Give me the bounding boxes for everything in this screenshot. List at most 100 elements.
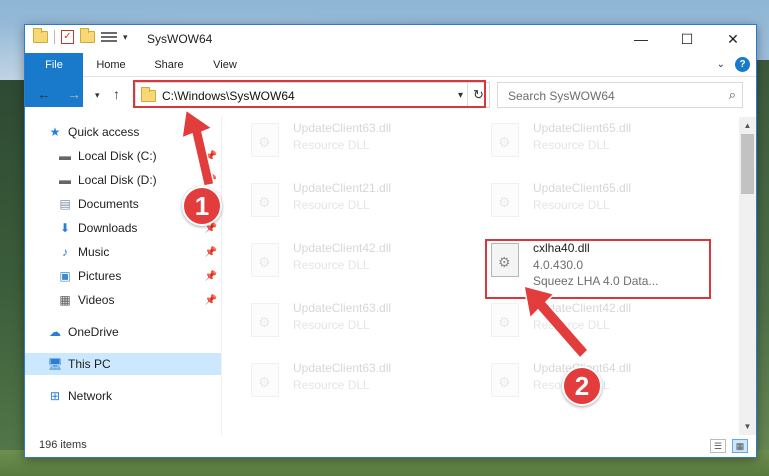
dll-file-icon <box>251 183 279 217</box>
sidebar-item-label: Videos <box>78 293 115 307</box>
file-name: UpdateClient65.dll <box>533 121 632 135</box>
dll-file-icon <box>491 123 519 157</box>
window-controls: — ☐ ✕ <box>618 25 756 53</box>
ribbon-tabs: File Home Share View ⌄ ? <box>25 53 756 107</box>
sidebar-item-label: Music <box>78 245 110 259</box>
cloud-icon: ☁ <box>49 325 61 339</box>
new-folder-icon[interactable] <box>80 28 95 43</box>
recent-locations-icon[interactable]: ▾ <box>95 90 100 101</box>
toolbar-dropdown-icon[interactable]: ▾ <box>123 32 128 43</box>
pin-icon: 📌 <box>204 270 217 282</box>
scroll-up-icon[interactable]: ▲ <box>739 117 756 134</box>
sidebar-item-label: This PC <box>68 357 111 371</box>
file-description: Resource DLL <box>293 138 370 152</box>
file-name: UpdateClient63.dll <box>293 361 392 375</box>
file-description: Resource DLL <box>293 378 370 392</box>
computer-icon: 🖥 <box>47 357 63 371</box>
tab-view[interactable]: View <box>199 53 251 77</box>
music-icon: ♪ <box>62 245 68 259</box>
file-item[interactable]: UpdateClient42.dll Resource DLL <box>243 237 473 291</box>
file-name: UpdateClient63.dll <box>293 121 392 135</box>
properties-check-icon[interactable]: ✓ <box>61 30 74 44</box>
pictures-icon: ▣ <box>59 269 71 283</box>
up-arrow-icon[interactable]: ↑ <box>113 86 120 102</box>
network-icon: ⊞ <box>49 389 61 403</box>
item-count: 196 items <box>39 439 87 451</box>
dll-file-icon <box>251 363 279 397</box>
search-input[interactable]: Search SysWOW64 ⌕ <box>497 82 743 108</box>
sidebar-item-label: Downloads <box>78 221 138 235</box>
file-description: Resource DLL <box>293 198 370 212</box>
callout-1: 1 <box>182 186 222 226</box>
customize-icon[interactable] <box>101 31 117 43</box>
callout-2: 2 <box>562 366 602 406</box>
file-item[interactable]: UpdateClient65.dll Resource DLL <box>483 117 713 171</box>
help-icon[interactable]: ? <box>735 57 750 72</box>
file-item[interactable]: UpdateClient63.dll Resource DLL <box>243 117 473 171</box>
toolbar-divider <box>54 30 55 44</box>
drive-icon: ▬ <box>59 173 71 187</box>
trees-right <box>755 60 769 476</box>
sidebar-item-label: Local Disk (D:) <box>78 173 157 187</box>
scroll-down-icon[interactable]: ▼ <box>739 418 756 435</box>
sidebar-item-pictures[interactable]: ▣ Pictures 📌 <box>57 265 221 287</box>
file-item[interactable]: UpdateClient65.dll Resource DLL <box>483 177 713 231</box>
tab-share[interactable]: Share <box>141 53 197 77</box>
quick-access-toolbar: ✓ ▾ <box>33 28 128 44</box>
explorer-window: ✓ ▾ SysWOW64 — ☐ ✕ File Home Share View … <box>24 24 757 458</box>
file-item[interactable]: UpdateClient63.dll Resource DLL <box>243 357 473 411</box>
tiles-view-icon[interactable]: ▦ <box>732 439 748 453</box>
sidebar-item-videos[interactable]: ▦ Videos 📌 <box>57 289 221 311</box>
file-description: Resource DLL <box>533 198 610 212</box>
title-bar[interactable]: ✓ ▾ SysWOW64 — ☐ ✕ <box>25 25 756 53</box>
file-name: UpdateClient42.dll <box>293 241 392 255</box>
downloads-icon: ⬇ <box>59 221 71 235</box>
file-item[interactable]: UpdateClient21.dll Resource DLL <box>243 177 473 231</box>
sidebar-item-label: Quick access <box>68 125 140 139</box>
sidebar-item-label: Local Disk (C:) <box>78 149 157 163</box>
file-name: UpdateClient21.dll <box>293 181 392 195</box>
close-button[interactable]: ✕ <box>710 25 756 53</box>
sidebar-item-network[interactable]: ⊞ Network <box>47 385 221 407</box>
dll-file-icon <box>251 303 279 337</box>
pin-icon: 📌 <box>204 294 217 306</box>
details-view-icon[interactable]: ☰ <box>710 439 726 453</box>
back-arrow-icon[interactable]: ← <box>37 86 51 102</box>
sidebar-item-label: Documents <box>78 197 139 211</box>
star-icon: ★ <box>49 125 61 139</box>
arrow-2-icon <box>523 284 590 360</box>
sidebar-item-label: Network <box>68 389 113 403</box>
search-icon[interactable]: ⌕ <box>729 87 736 103</box>
file-item[interactable]: UpdateClient63.dll Resource DLL <box>243 297 473 351</box>
search-placeholder: Search SysWOW64 <box>508 89 615 103</box>
expand-ribbon-icon[interactable]: ⌄ <box>717 59 725 70</box>
dll-file-icon <box>491 303 519 337</box>
drive-icon: ▬ <box>59 149 71 163</box>
sidebar-item-this-pc[interactable]: 🖥 This PC <box>25 353 221 375</box>
dll-file-icon <box>491 363 519 397</box>
tab-home[interactable]: Home <box>85 53 137 77</box>
view-switcher: ☰ ▦ <box>710 439 748 453</box>
folder-icon <box>33 28 48 43</box>
scroll-thumb[interactable] <box>741 134 754 194</box>
sidebar-item-label: OneDrive <box>68 325 119 339</box>
dll-file-icon <box>251 243 279 277</box>
file-name: UpdateClient65.dll <box>533 181 632 195</box>
sidebar-item-onedrive[interactable]: ☁ OneDrive <box>47 321 221 343</box>
documents-icon: ▤ <box>59 197 71 211</box>
sidebar-item-music[interactable]: ♪ Music 📌 <box>57 241 221 263</box>
vertical-scrollbar[interactable]: ▲ ▼ <box>739 117 756 435</box>
dll-file-icon <box>491 183 519 217</box>
pin-icon: 📌 <box>204 246 217 258</box>
sidebar-item-label: Pictures <box>78 269 122 283</box>
file-description: Resource DLL <box>293 318 370 332</box>
forward-arrow-icon[interactable]: → <box>67 86 81 102</box>
window-title: SysWOW64 <box>147 32 213 46</box>
arrow-1-icon <box>181 108 215 187</box>
file-name: UpdateClient63.dll <box>293 301 392 315</box>
minimize-button[interactable]: — <box>618 25 664 53</box>
status-bar: 196 items ☰ ▦ <box>25 435 756 457</box>
videos-icon: ▦ <box>59 293 71 307</box>
maximize-button[interactable]: ☐ <box>664 25 710 53</box>
file-description: Resource DLL <box>293 258 370 272</box>
